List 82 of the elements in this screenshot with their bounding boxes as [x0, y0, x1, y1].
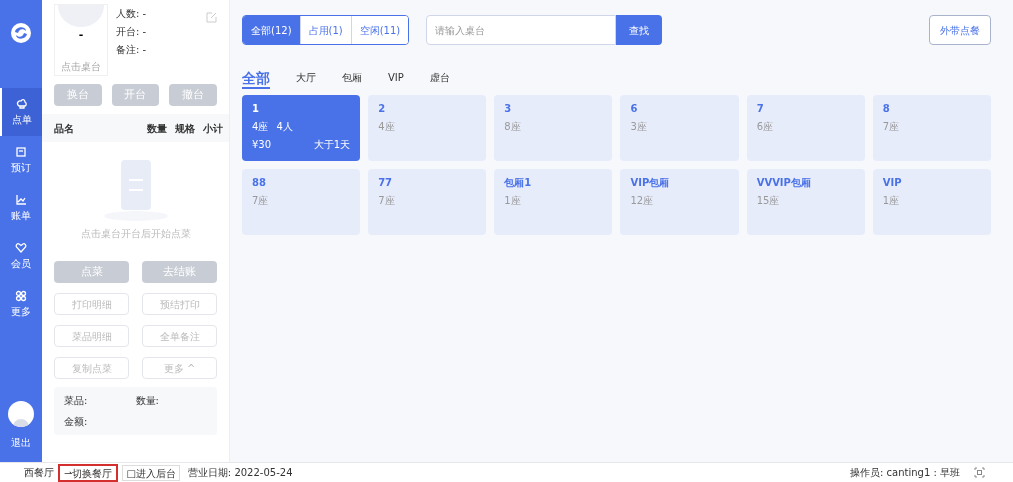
- table-card[interactable]: 1 4座 4人 ¥30 大于1天: [242, 95, 361, 161]
- table-number: 3: [504, 102, 513, 116]
- seat-count: 1座: [882, 194, 900, 208]
- nav-item[interactable]: 账单: [0, 184, 42, 232]
- table-duration: 大于1天: [313, 138, 351, 152]
- table-card[interactable]: 6 3座: [620, 95, 739, 161]
- search-button[interactable]: 查找: [616, 15, 663, 45]
- table-number: 6: [630, 102, 639, 116]
- seat-count: 1座: [504, 194, 521, 208]
- filter-tab[interactable]: 空闲(11): [351, 16, 409, 44]
- area-tab[interactable]: 大厅: [296, 70, 316, 85]
- table-card[interactable]: 8 7座: [872, 95, 991, 161]
- table-card[interactable]: VVVIP包厢 15座: [746, 169, 865, 235]
- heart-icon: [15, 241, 27, 254]
- table-number: 包厢1: [504, 176, 533, 190]
- table-number: 88: [252, 176, 267, 190]
- backend-button[interactable]: □进入后台: [122, 464, 180, 481]
- summary-label: 数量:: [135, 394, 160, 408]
- restaurant-name: 西餐厅: [24, 466, 54, 480]
- book-icon: [15, 145, 27, 158]
- nav-item[interactable]: 点单: [0, 88, 42, 136]
- seat-count: 12座: [630, 194, 654, 208]
- table-card[interactable]: 88 7座: [242, 169, 361, 235]
- table-thumbnail[interactable]: - 点击桌台: [54, 4, 108, 76]
- switch-restaurant-button[interactable]: ⇀切换餐厅: [58, 463, 119, 482]
- table-number: 7: [756, 102, 765, 116]
- table-number: 77: [378, 176, 394, 190]
- table-number: 8: [882, 102, 891, 116]
- table-number: 1: [252, 102, 260, 116]
- grid-icon: [15, 289, 27, 302]
- summary-label: 菜品:: [64, 394, 89, 408]
- filter-tab[interactable]: 全部(12): [243, 16, 301, 44]
- table-card[interactable]: 77 7座: [368, 169, 487, 235]
- area-tab[interactable]: 全部: [242, 69, 270, 89]
- seat-count: 6座: [756, 120, 774, 134]
- takeout-button[interactable]: 外带点餐: [929, 15, 991, 45]
- seat-count: 7座: [882, 120, 900, 134]
- logo-icon: [10, 22, 32, 44]
- table-number: VIP包厢: [630, 176, 671, 190]
- table-card[interactable]: 7 6座: [746, 95, 865, 161]
- avatar: [8, 401, 34, 427]
- nav-item[interactable]: 会员: [0, 232, 42, 280]
- table-card[interactable]: 3 8座: [494, 95, 613, 161]
- seat-count: 7座: [252, 194, 269, 208]
- table-amount: ¥30: [252, 138, 272, 152]
- table-hint: 点击桌台: [61, 60, 101, 74]
- table-card[interactable]: VIP 1座: [872, 169, 991, 235]
- table-number: VIP: [882, 176, 903, 190]
- chef-hat-icon: [16, 97, 28, 110]
- table-number: VVVIP包厢: [756, 176, 812, 190]
- area-tab[interactable]: VIP: [388, 70, 404, 85]
- seat-count: 8座: [504, 120, 521, 134]
- scan-icon[interactable]: [974, 467, 985, 478]
- column-header: 小计: [203, 121, 223, 136]
- operator-info: 操作员: canting1 : 早班: [850, 466, 960, 480]
- logout-button[interactable]: 退出: [11, 435, 31, 450]
- info-field: 备注: -: [116, 42, 198, 57]
- info-field: 开台: -: [116, 24, 198, 39]
- seat-count: 3座: [630, 120, 647, 134]
- table-card[interactable]: 包厢1 1座: [494, 169, 613, 235]
- table-name: -: [78, 27, 84, 43]
- seat-count: 15座: [756, 194, 780, 208]
- search-field[interactable]: 请输入桌台: [426, 15, 617, 45]
- summary-label: 金额:: [64, 415, 89, 429]
- seat-count: 4座: [252, 120, 269, 134]
- area-tab[interactable]: 包厢: [342, 70, 362, 85]
- filter-tab[interactable]: 占用(1): [300, 16, 352, 44]
- nav-item[interactable]: 预订: [0, 136, 42, 184]
- nav-item[interactable]: 更多: [0, 280, 42, 328]
- column-header: 数量: [147, 121, 167, 136]
- info-field: 人数: -: [116, 6, 198, 21]
- chart-icon: [15, 193, 27, 206]
- business-date: 营业日期: 2022-05-24: [187, 466, 293, 480]
- column-header: 规格: [175, 121, 195, 136]
- area-tab[interactable]: 虚台: [429, 70, 450, 85]
- table-card[interactable]: 2 4座: [368, 95, 487, 161]
- table-number: 2: [378, 102, 387, 116]
- table-card[interactable]: VIP包厢 12座: [620, 169, 739, 235]
- seat-count: 7座: [378, 194, 395, 208]
- guest-count: 4人: [276, 120, 293, 134]
- seat-count: 4座: [378, 120, 395, 134]
- column-header: 品名: [54, 121, 75, 136]
